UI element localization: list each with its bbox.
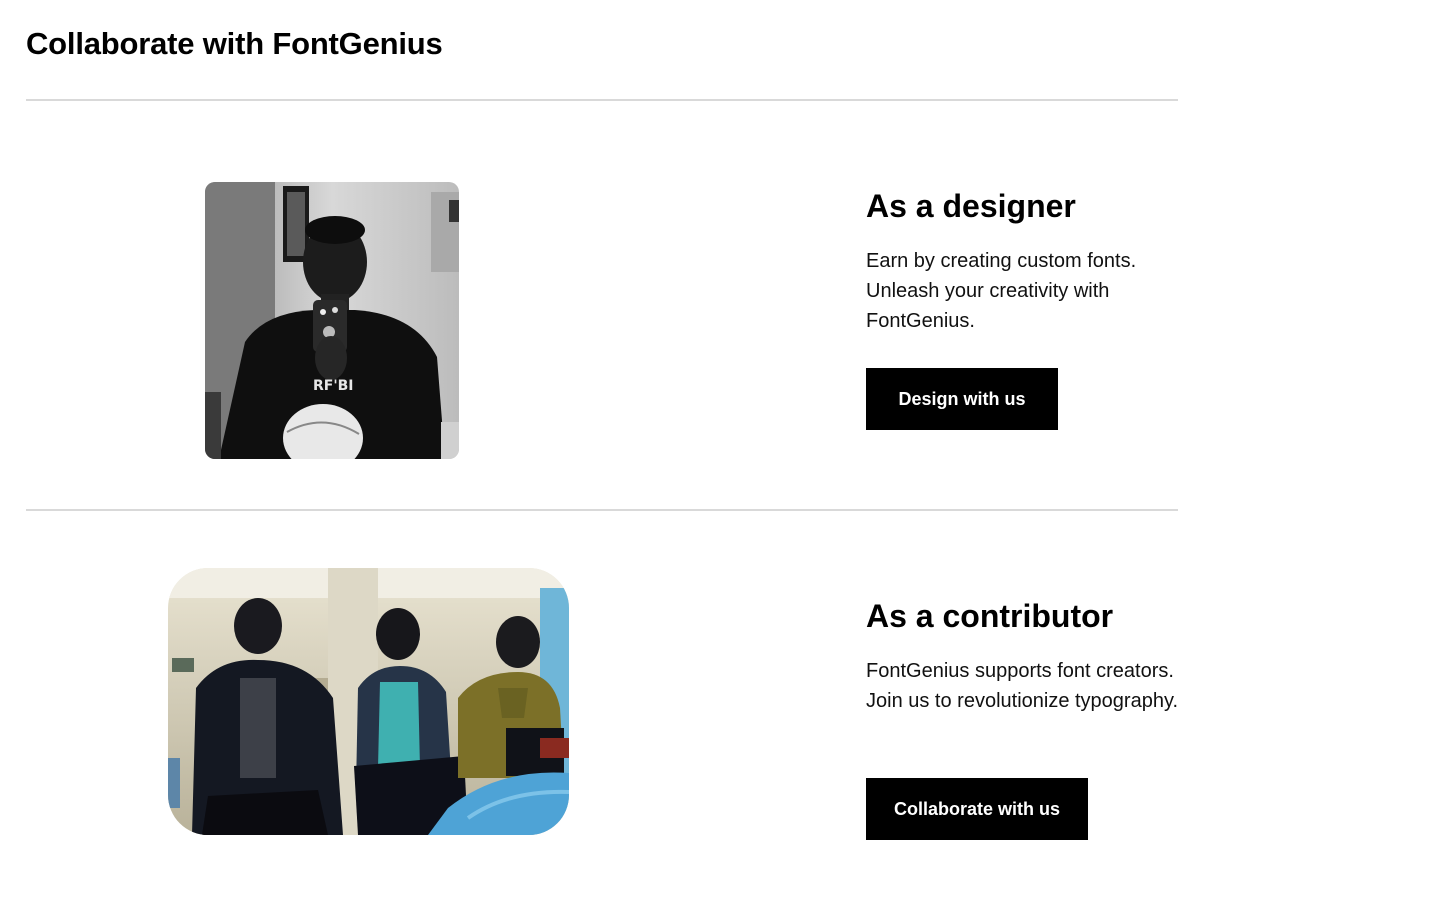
designer-heading: As a designer bbox=[866, 188, 1076, 224]
collaborate-with-us-button[interactable]: Collaborate with us bbox=[866, 778, 1088, 840]
collaborate-page: Collaborate with FontGenius RF'BI As a d… bbox=[0, 0, 1440, 900]
designer-photo: RF'BI bbox=[205, 182, 459, 459]
designer-description: Earn by creating custom fonts. Unleash y… bbox=[866, 250, 1137, 332]
middle-divider bbox=[26, 509, 1178, 511]
design-with-us-button[interactable]: Design with us bbox=[866, 368, 1058, 430]
page-title: Collaborate with FontGenius bbox=[26, 26, 443, 61]
contributor-photo bbox=[168, 568, 569, 835]
contributor-photo-illustration bbox=[168, 568, 569, 835]
contributor-description: FontGenius supports font creators. Join … bbox=[866, 660, 1179, 712]
svg-text:RF'BI: RF'BI bbox=[313, 378, 354, 394]
contributor-heading: As a contributor bbox=[866, 598, 1114, 634]
top-divider bbox=[26, 99, 1178, 101]
designer-photo-illustration: RF'BI bbox=[205, 182, 459, 459]
